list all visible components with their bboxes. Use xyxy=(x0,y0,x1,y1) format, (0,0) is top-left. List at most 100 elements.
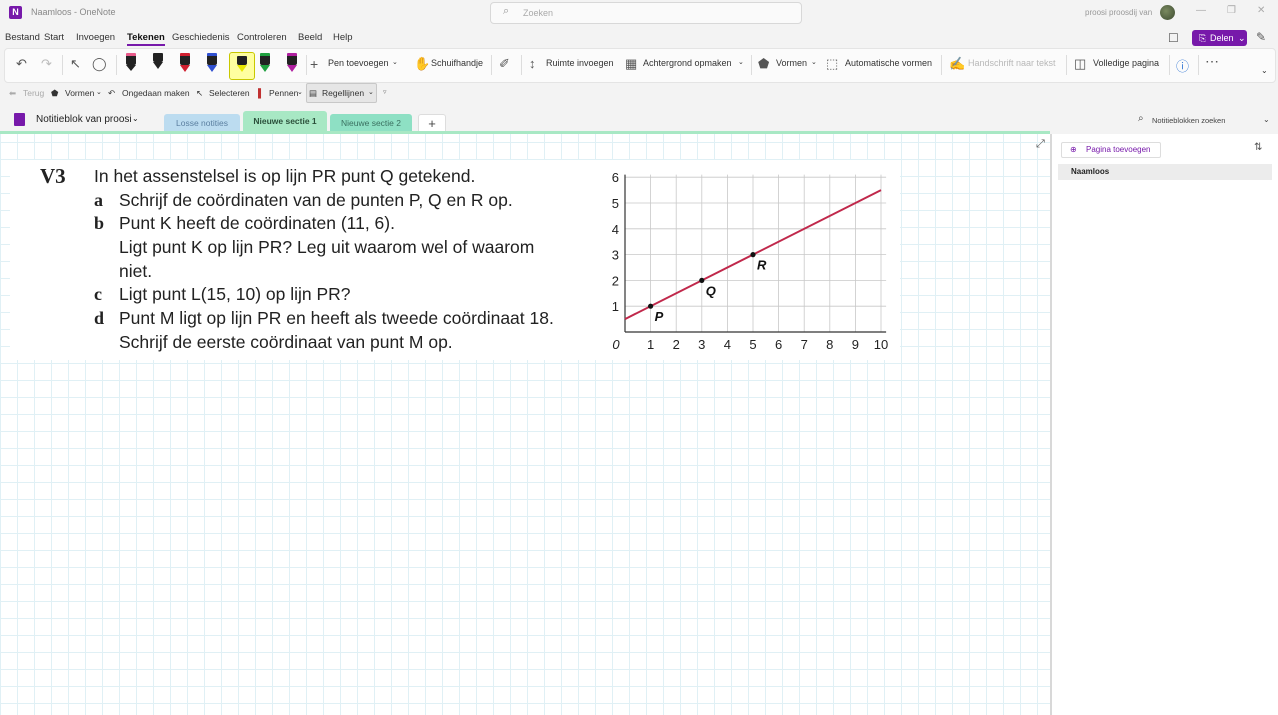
pens-dropdown[interactable]: Pennen xyxy=(269,88,298,98)
notebook-search-input[interactable]: ⌕ Notitieblokken zoeken ⌄ xyxy=(1132,111,1272,128)
x-tick-label: 10 xyxy=(874,337,888,352)
point-label-r: R xyxy=(757,258,767,273)
menu-invoegen[interactable]: Invoegen xyxy=(76,32,115,43)
chevron-down-icon[interactable]: ⌄ xyxy=(132,114,139,123)
shapes-icon: ⬟ xyxy=(51,88,59,98)
menu-start[interactable]: Start xyxy=(44,32,64,43)
feedback-icon[interactable]: ✎ xyxy=(1256,30,1266,44)
chevron-down-icon[interactable]: ⌄ xyxy=(297,88,303,96)
quick-toolbar: ⬅ Terug ⬟ Vormen ⌄ ↶ Ongedaan maken ↖ Se… xyxy=(4,83,1274,103)
hand-button[interactable]: Schuifhandje xyxy=(431,58,483,68)
shapes-button[interactable]: Vormen xyxy=(776,58,807,68)
share-button[interactable]: ⎘ Delen ⌄ xyxy=(1192,30,1247,46)
full-page-button[interactable]: Volledige pagina xyxy=(1093,58,1159,68)
pen-blue[interactable] xyxy=(207,53,217,72)
y-tick-label: 3 xyxy=(612,248,619,263)
chevron-down-icon[interactable]: ⌄ xyxy=(392,58,398,66)
undo-icon: ↶ xyxy=(108,88,116,98)
question-d-text-2: Schrijf de eerste coördinaat van punt M … xyxy=(119,332,453,352)
pen-green[interactable] xyxy=(260,53,270,72)
more-options-icon[interactable]: ⋯ xyxy=(1205,53,1219,70)
pen-black-eraser[interactable] xyxy=(126,53,136,71)
close-icon[interactable]: ✕ xyxy=(1257,5,1265,16)
pen-purple[interactable] xyxy=(287,53,297,72)
auto-shapes-icon: ⬚ xyxy=(826,56,839,71)
redo-icon[interactable]: ↷ xyxy=(41,56,52,72)
chevron-down-icon[interactable]: ⌄ xyxy=(811,58,817,66)
question-a-text: Schrijf de coördinaten van de punten P, … xyxy=(119,190,513,210)
select-button[interactable]: Selecteren xyxy=(209,88,250,98)
pens-icon: ▐ xyxy=(255,88,262,98)
menu-beeld[interactable]: Beeld xyxy=(298,32,322,43)
insert-space-icon: ↕ xyxy=(529,56,536,71)
notebook-selector[interactable]: Notitieblok van proosi xyxy=(36,114,132,125)
shapes-dropdown[interactable]: Vormen xyxy=(65,88,94,98)
lasso-select-icon[interactable]: ◯ xyxy=(92,56,107,72)
menu-tekenen[interactable]: Tekenen xyxy=(127,32,165,46)
background-format-button[interactable]: Achtergrond opmaken xyxy=(643,58,732,68)
ink-to-text-button[interactable]: Handschrift naar tekst xyxy=(968,58,1056,68)
ribbon-separator xyxy=(491,55,492,75)
ribbon-separator xyxy=(941,55,942,75)
notebook-icon xyxy=(14,113,25,126)
immersive-reader-icon[interactable]: ☐ xyxy=(1168,31,1179,45)
minimize-icon[interactable]: — xyxy=(1196,5,1206,16)
pen-red[interactable] xyxy=(180,53,190,72)
collapse-ribbon-icon[interactable]: ⌄ xyxy=(1261,66,1268,75)
user-name[interactable]: proosi proosdij van xyxy=(1085,8,1152,17)
auto-shapes-button[interactable]: Automatische vormen xyxy=(845,58,932,68)
undo-button[interactable]: Ongedaan maken xyxy=(122,88,190,98)
search-input[interactable]: ⌕ Zoeken xyxy=(490,2,802,24)
highlighter-icon xyxy=(237,56,247,73)
back-button[interactable]: Terug xyxy=(23,88,44,98)
x-tick-label: 1 xyxy=(647,337,654,352)
rule-lines-icon: ▤ xyxy=(309,88,318,98)
select-cursor-icon[interactable]: ↖ xyxy=(70,56,81,72)
page-title: Naamloos xyxy=(1071,167,1110,176)
avatar[interactable] xyxy=(1160,5,1175,20)
y-tick-label: 1 xyxy=(612,299,619,314)
add-pen-button[interactable]: Pen toevoegen xyxy=(328,58,389,68)
question-d-text-1: Punt M ligt op lijn PR en heeft als twee… xyxy=(119,308,554,328)
point-label-q: Q xyxy=(706,283,716,298)
ribbon-separator xyxy=(751,55,752,75)
chevron-down-icon[interactable]: ⌄ xyxy=(368,88,374,96)
y-tick-label: 2 xyxy=(612,273,619,288)
notebook-bar: Notitieblok van proosi ⌄ Losse notities … xyxy=(0,108,1278,134)
pages-panel xyxy=(1052,134,1278,715)
highlighter-yellow-selected[interactable] xyxy=(229,52,255,80)
expand-icon[interactable]: ⤢ xyxy=(1036,138,1045,151)
menu-geschiedenis[interactable]: Geschiedenis xyxy=(172,32,230,43)
share-label: Delen xyxy=(1210,33,1234,43)
add-page-label: Pagina toevoegen xyxy=(1086,145,1151,154)
ribbon-separator xyxy=(116,55,117,75)
menu-controleren[interactable]: Controleren xyxy=(237,32,287,43)
tab-nieuwe-sectie-1[interactable]: Nieuwe sectie 1 xyxy=(243,111,327,132)
undo-icon[interactable]: ↶ xyxy=(16,56,27,72)
sort-icon[interactable]: ⇅ xyxy=(1254,142,1262,153)
chevron-down-icon[interactable]: ⌄ xyxy=(96,88,102,96)
tab-nieuwe-sectie-2[interactable]: Nieuwe sectie 2 xyxy=(330,114,412,132)
chevron-down-icon: ⌄ xyxy=(1238,33,1246,43)
add-page-icon: ⊕ xyxy=(1070,145,1077,154)
restore-icon[interactable]: ❐ xyxy=(1227,5,1236,16)
menu-bestand[interactable]: Bestand xyxy=(5,32,40,43)
chevron-down-icon[interactable]: ⌄ xyxy=(738,58,744,66)
question-c-text: Ligt punt L(15, 10) op lijn PR? xyxy=(119,284,351,304)
pen-black[interactable] xyxy=(153,53,163,70)
x-tick-label: 6 xyxy=(775,337,782,352)
add-page-button[interactable]: ⊕ Pagina toevoegen xyxy=(1061,142,1161,158)
eraser-icon[interactable]: ✐ xyxy=(499,56,510,72)
menu-help[interactable]: Help xyxy=(333,32,353,43)
tab-losse-notities[interactable]: Losse notities xyxy=(164,114,240,132)
chevron-down-icon[interactable]: ⌄ xyxy=(1263,115,1270,124)
point-r xyxy=(750,252,756,258)
exercise-intro: In het assenstelsel is op lijn PR punt Q… xyxy=(94,166,476,186)
question-b-text-2: Ligt punt K op lijn PR? Leg uit waarom w… xyxy=(119,237,535,257)
help-icon[interactable]: ⓘ xyxy=(1176,56,1189,75)
customize-toolbar-icon[interactable]: ▿ xyxy=(383,88,387,96)
page-list-item[interactable]: Naamloos xyxy=(1058,164,1272,180)
back-icon[interactable]: ⬅ xyxy=(9,88,16,99)
x-tick-label: 4 xyxy=(724,337,731,352)
insert-space-button[interactable]: Ruimte invoegen xyxy=(546,58,614,68)
